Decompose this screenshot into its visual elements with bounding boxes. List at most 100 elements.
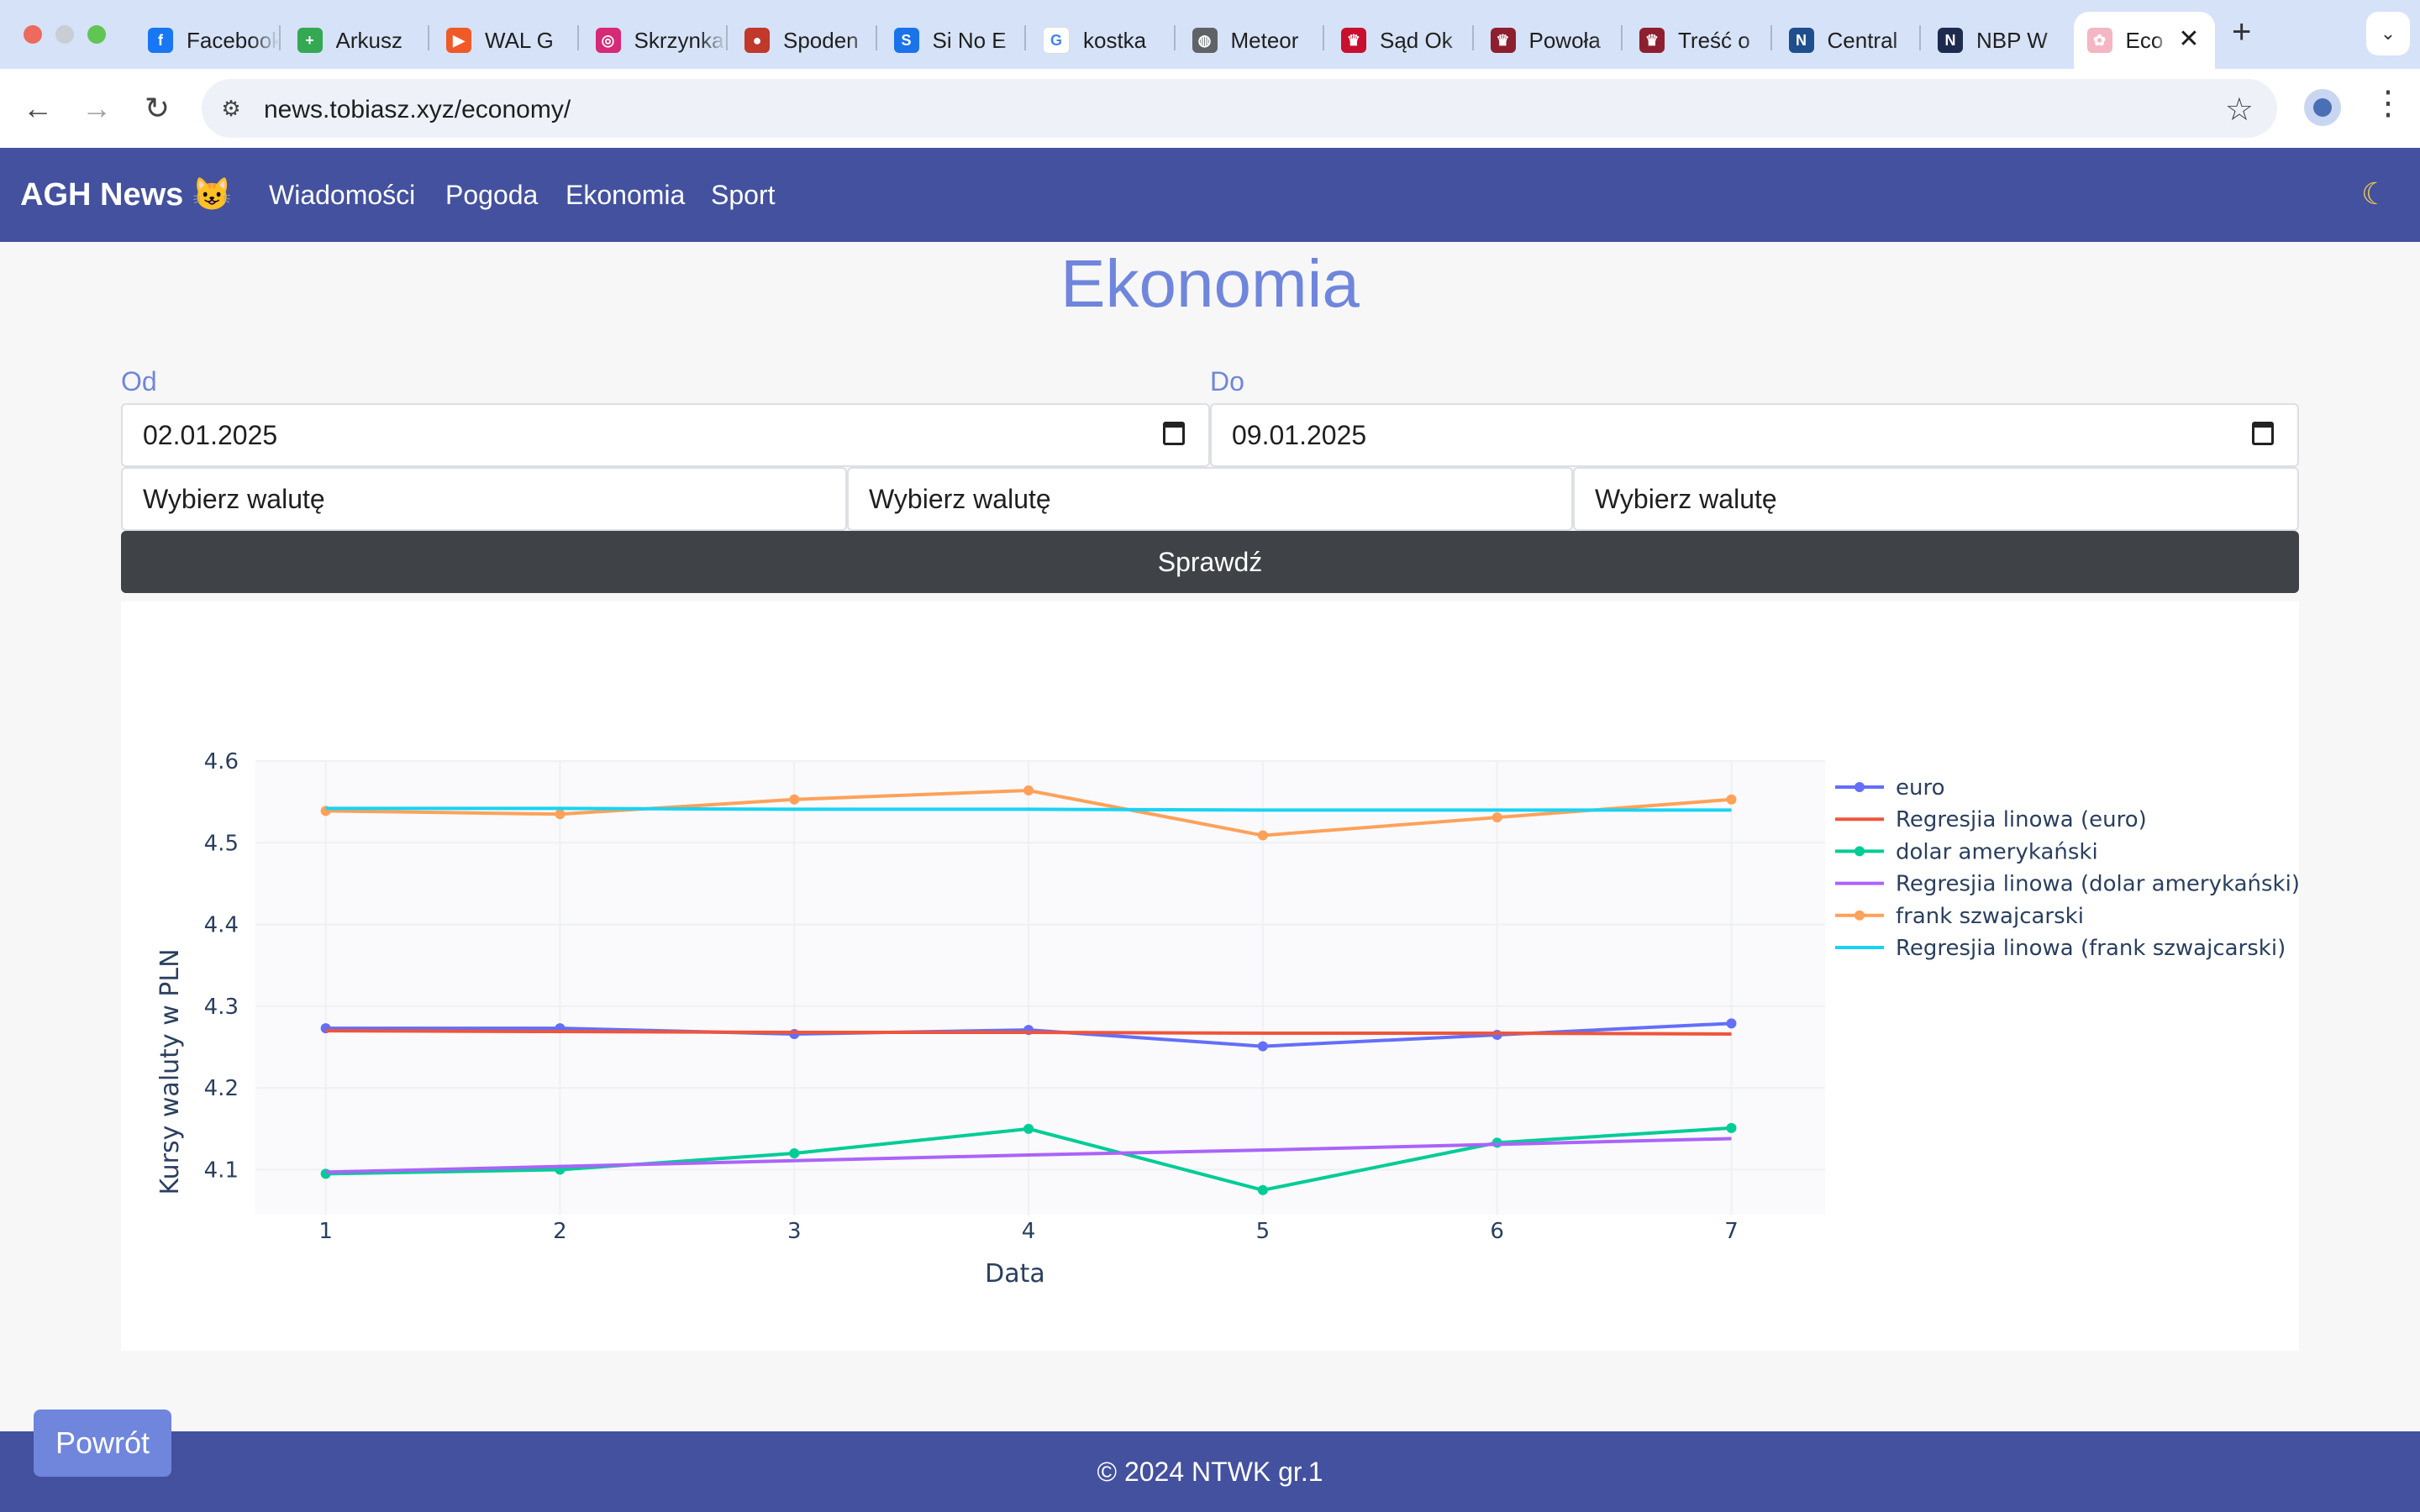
from-date-label: Od: [121, 366, 157, 396]
shazam-icon: S: [893, 28, 919, 53]
browser-tab[interactable]: ♛ Treść o: [1626, 12, 1776, 69]
legend-entry: euro: [1896, 775, 1945, 801]
browser-tab-title: Spoden: [783, 27, 859, 53]
data-point: [1257, 1184, 1268, 1195]
browser-tab[interactable]: ◎ Skrzynka: [582, 12, 732, 69]
legend-marker: [1854, 782, 1865, 792]
browser-tab[interactable]: ✿ Eco ✕: [2073, 12, 2215, 69]
page-title: Ekonomia: [1060, 246, 1360, 321]
browser-tab-title: Si No E: [932, 27, 1007, 53]
data-point: [1491, 812, 1502, 823]
browser-tab-title: Treść o: [1678, 27, 1750, 53]
forward-button[interactable]: →: [76, 87, 118, 129]
back-to-top-button[interactable]: Powrót: [34, 1410, 171, 1477]
browser-tab-title: kostka: [1083, 27, 1147, 53]
tab-separator: [1323, 25, 1324, 50]
tab-separator: [1471, 25, 1474, 50]
to-date-label: Do: [1210, 366, 1244, 396]
browser-tab[interactable]: Gkostka: [1029, 12, 1179, 69]
tab-search-button[interactable]: ⌄: [2366, 12, 2410, 55]
person-icon: [2313, 98, 2332, 117]
browser-tab[interactable]: ▶ WAL G: [433, 12, 582, 69]
window-zoom-button[interactable]: [87, 25, 106, 44]
browser-tab[interactable]: ♛ Sąd Ok: [1328, 12, 1477, 69]
y-tick-label: 4.2: [204, 1076, 239, 1101]
profile-avatar[interactable]: [2304, 89, 2341, 126]
nsa-icon: N: [1788, 28, 1814, 53]
browser-tab[interactable]: N Central: [1776, 12, 1925, 69]
browser-menu-icon[interactable]: ⋮: [2371, 84, 2405, 123]
browser-tab-title: Facebook: [187, 27, 279, 53]
browser-tab[interactable]: ◍ Meteor: [1179, 12, 1328, 69]
browser-tab-title: WAL G: [485, 27, 554, 53]
nav-link-wiadomosci[interactable]: Wiadomości: [269, 180, 415, 211]
browser-tab[interactable]: + Arkusz: [284, 12, 434, 69]
browser-tab[interactable]: N NBP W: [1924, 12, 2074, 69]
x-tick-label: 5: [1256, 1219, 1270, 1244]
window-minimize-button[interactable]: [55, 25, 74, 44]
tab-separator: [726, 25, 728, 50]
browser-tab-title: Meteor: [1230, 27, 1299, 53]
browser-toolbar: ← → ↻ ⚙ news.tobiasz.xyz/economy/ ☆ ⋮: [0, 69, 2420, 148]
currency-select-3[interactable]: Wybierz walutę: [1573, 467, 2299, 531]
close-icon[interactable]: ✕: [2178, 27, 2199, 52]
sheets-icon: +: [297, 28, 323, 53]
data-point: [1726, 1018, 1737, 1029]
data-point: [789, 794, 800, 805]
x-tick-label: 3: [787, 1219, 802, 1244]
reload-icon: ↻: [144, 91, 171, 125]
browser-tab-title: Skrzynka: [634, 27, 724, 53]
from-date-input[interactable]: 02.01.2025: [121, 403, 1210, 467]
tab-separator: [875, 25, 877, 50]
bookmark-star-icon[interactable]: ☆: [2225, 91, 2254, 129]
currency-select-2[interactable]: Wybierz walutę: [847, 467, 1573, 531]
currency-select-1-value: Wybierz walutę: [143, 483, 325, 514]
site-settings-icon[interactable]: ⚙: [217, 94, 245, 123]
eagle-icon: ♛: [1639, 28, 1665, 53]
moon-icon[interactable]: ☾: [2361, 176, 2388, 212]
tab-separator: [1024, 25, 1026, 50]
calendar-icon[interactable]: [2252, 422, 2274, 445]
currency-select-3-value: Wybierz walutę: [1595, 483, 1777, 514]
legend-marker: [1854, 846, 1865, 857]
legend-entry: frank szwajcarski: [1896, 904, 2084, 929]
y-tick-label: 4.4: [204, 913, 239, 938]
x-tick-label: 2: [553, 1219, 567, 1244]
legend-entry: Regresjia linowa (dolar amerykański): [1896, 872, 2299, 897]
to-date-input[interactable]: 09.01.2025: [1210, 403, 2299, 467]
nav-link-sport[interactable]: Sport: [711, 180, 775, 211]
instagram-icon: ◎: [595, 28, 621, 53]
plot-area: [255, 761, 1825, 1215]
browser-tab-title: Eco: [2125, 27, 2164, 53]
calendar-icon[interactable]: [1163, 422, 1185, 445]
browser-tab[interactable]: S Si No E: [881, 12, 1030, 69]
globe-icon: ◍: [1192, 28, 1218, 53]
data-point: [789, 1148, 800, 1159]
back-button[interactable]: ←: [17, 87, 59, 129]
x-tick-label: 7: [1724, 1219, 1739, 1244]
window-close-button[interactable]: [24, 25, 42, 44]
tab-separator: [1621, 25, 1623, 50]
nav-link-ekonomia[interactable]: Ekonomia: [566, 180, 685, 211]
legend-marker: [1854, 910, 1865, 921]
browser-tab-title: Powoła: [1528, 27, 1601, 53]
reload-button[interactable]: ↻: [136, 87, 178, 129]
browser-tab[interactable]: ● Spoden: [731, 12, 881, 69]
currency-select-2-value: Wybierz walutę: [869, 483, 1051, 514]
legend-entry: Regresjia linowa (euro): [1896, 807, 2147, 832]
eagle-icon: ♛: [1490, 28, 1516, 53]
y-tick-label: 4.6: [204, 749, 239, 774]
browser-tab[interactable]: ♛ Powoła: [1477, 12, 1627, 69]
tab-separator: [1919, 25, 1921, 50]
cat-icon: ✿: [2086, 28, 2112, 53]
url-text: news.tobiasz.xyz/economy/: [264, 96, 571, 123]
site-brand[interactable]: AGH News 😺: [20, 176, 232, 213]
check-button[interactable]: Sprawdź: [121, 531, 2299, 593]
tab-separator: [1770, 25, 1772, 50]
browser-tab[interactable]: f Facebook: [134, 12, 284, 69]
data-point: [1257, 830, 1268, 841]
currency-select-1[interactable]: Wybierz walutę: [121, 467, 847, 531]
new-tab-button[interactable]: +: [2232, 13, 2251, 51]
nav-link-pogoda[interactable]: Pogoda: [445, 180, 538, 211]
address-bar[interactable]: ⚙ news.tobiasz.xyz/economy/ ☆: [202, 79, 2277, 138]
